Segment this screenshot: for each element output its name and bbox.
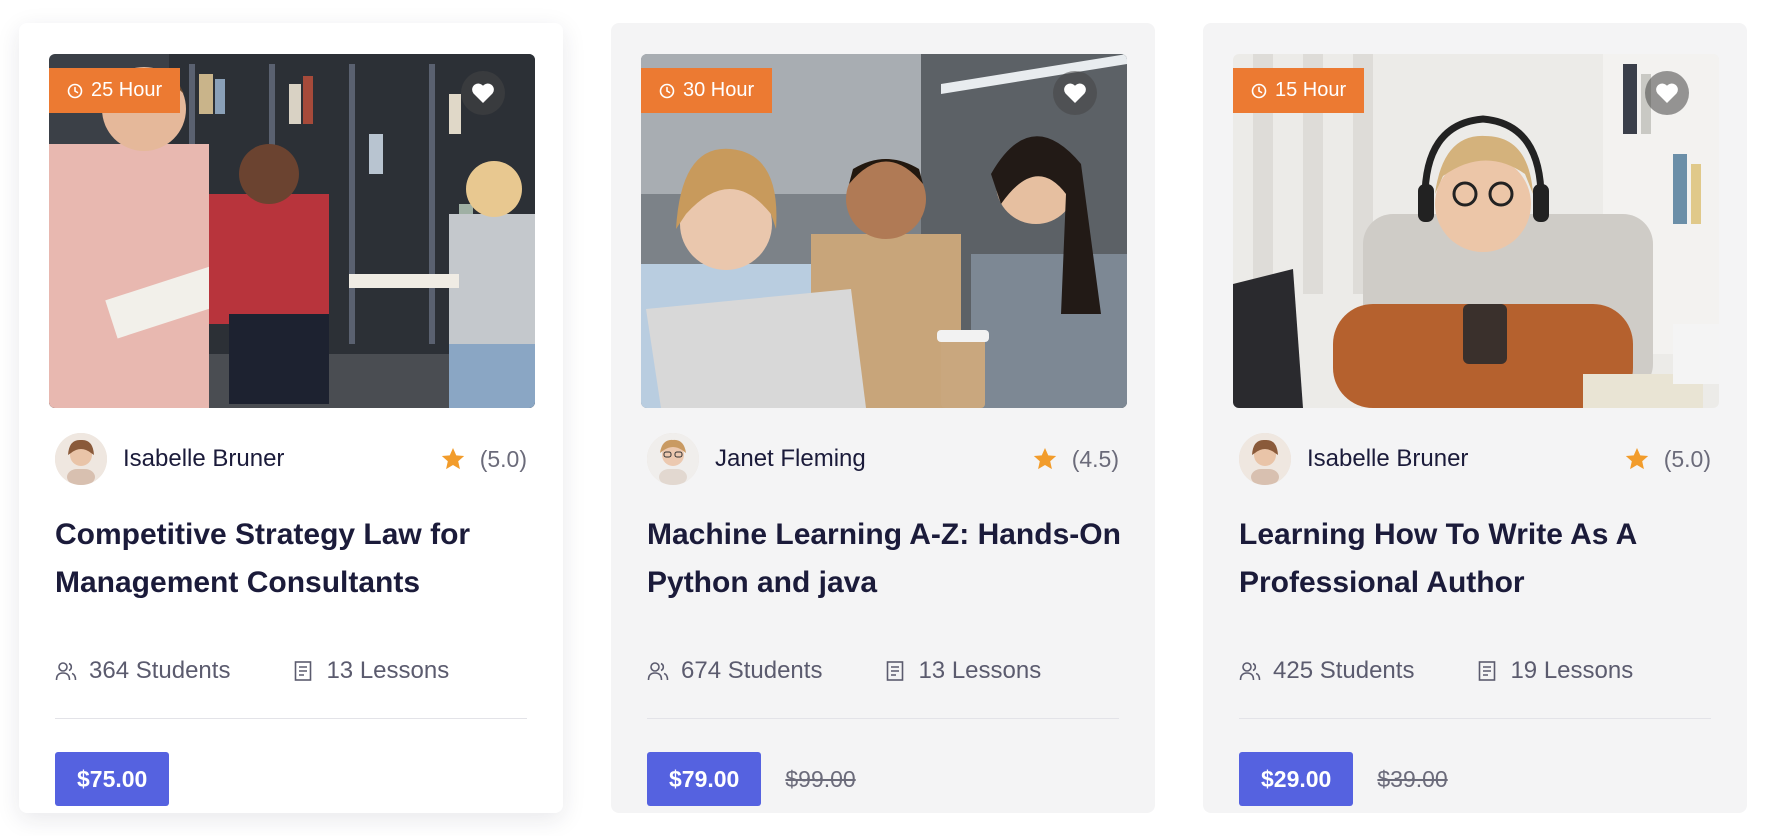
author-avatar-image — [55, 433, 107, 485]
author-avatar-image — [647, 433, 699, 485]
favorite-button[interactable] — [1645, 71, 1689, 115]
price-button[interactable]: $75.00 — [55, 752, 170, 806]
students-label: 674 Students — [681, 657, 823, 684]
course-card[interactable]: 15 Hour Isabelle Bruner (5.0) Learning H… — [1203, 23, 1747, 813]
lessons-label: 19 Lessons — [1510, 657, 1634, 684]
duration-badge: 15 Hour — [1233, 68, 1365, 113]
avatar[interactable] — [647, 433, 699, 485]
lessons-label: 13 Lessons — [918, 657, 1042, 684]
divider — [647, 718, 1119, 719]
divider — [1239, 718, 1711, 719]
course-title[interactable]: Competitive Strategy Law for Management … — [55, 511, 533, 607]
rating-value: (5.0) — [479, 445, 527, 472]
document-icon — [295, 661, 312, 681]
course-meta: 364 Students 13 Lessons — [55, 653, 527, 689]
course-card[interactable]: 25 Hour Isabelle Bruner (5.0) Competitiv… — [19, 23, 563, 813]
author-name[interactable]: Isabelle Bruner — [1307, 445, 1468, 473]
star-icon — [1625, 447, 1648, 470]
course-title[interactable]: Learning How To Write As A Professional … — [1239, 511, 1717, 607]
users-icon — [647, 662, 669, 681]
rating-value: (5.0) — [1663, 445, 1711, 472]
heart-icon — [1064, 83, 1086, 103]
heart-icon — [472, 83, 494, 103]
course-title[interactable]: Machine Learning A-Z: Hands-On Python an… — [647, 511, 1125, 607]
users-icon — [55, 662, 77, 681]
price-button[interactable]: $29.00 — [1239, 752, 1354, 806]
students-count: 364 Students — [55, 657, 230, 685]
duration-badge: 30 Hour — [641, 68, 773, 113]
price-row: $75.00 — [55, 752, 170, 806]
old-price: $99.00 — [785, 765, 856, 792]
students-count: 674 Students — [647, 657, 822, 685]
author-name[interactable]: Janet Fleming — [715, 445, 866, 473]
favorite-button[interactable] — [1053, 71, 1097, 115]
author-name[interactable]: Isabelle Bruner — [123, 445, 284, 473]
star-icon — [1033, 447, 1056, 470]
students-count: 425 Students — [1239, 657, 1414, 685]
price-button[interactable]: $79.00 — [647, 752, 762, 806]
duration-label: 25 Hour — [91, 79, 163, 101]
duration-label: 15 Hour — [1275, 79, 1347, 101]
course-thumbnail[interactable]: 30 Hour — [641, 54, 1127, 408]
course-meta: 674 Students 13 Lessons — [647, 653, 1119, 689]
duration-badge: 25 Hour — [49, 68, 181, 113]
clock-icon — [67, 83, 83, 98]
clock-icon — [1251, 83, 1267, 98]
rating: (4.5) — [1032, 446, 1119, 473]
price-row: $79.00 $99.00 — [647, 752, 856, 806]
old-price: $39.00 — [1377, 765, 1448, 792]
document-icon — [887, 661, 904, 681]
lessons-label: 13 Lessons — [326, 657, 450, 684]
divider — [55, 718, 527, 719]
lessons-count: 13 Lessons — [292, 657, 449, 685]
favorite-button[interactable] — [461, 71, 505, 115]
course-thumbnail[interactable]: 15 Hour — [1233, 54, 1719, 408]
course-thumbnail[interactable]: 25 Hour — [49, 54, 535, 408]
course-meta: 425 Students 19 Lessons — [1239, 653, 1711, 689]
lessons-count: 19 Lessons — [1476, 657, 1633, 685]
avatar[interactable] — [55, 433, 107, 485]
author-row: Isabelle Bruner (5.0) — [55, 432, 527, 486]
star-icon — [441, 447, 464, 470]
course-card[interactable]: 30 Hour Janet Fleming (4.5) Machine Lear… — [611, 23, 1155, 813]
course-grid: 25 Hour Isabelle Bruner (5.0) Competitiv… — [0, 0, 1784, 836]
users-icon — [1239, 662, 1261, 681]
document-icon — [1479, 661, 1496, 681]
duration-label: 30 Hour — [683, 79, 755, 101]
students-label: 425 Students — [1273, 657, 1415, 684]
rating: (5.0) — [1624, 446, 1711, 473]
clock-icon — [659, 83, 675, 98]
author-row: Isabelle Bruner (5.0) — [1239, 432, 1711, 486]
author-avatar-image — [1239, 433, 1291, 485]
author-row: Janet Fleming (4.5) — [647, 432, 1119, 486]
avatar[interactable] — [1239, 433, 1291, 485]
rating-value: (4.5) — [1071, 445, 1119, 472]
heart-icon — [1656, 83, 1678, 103]
rating: (5.0) — [440, 446, 527, 473]
lessons-count: 13 Lessons — [884, 657, 1041, 685]
students-label: 364 Students — [89, 657, 231, 684]
price-row: $29.00 $39.00 — [1239, 752, 1448, 806]
